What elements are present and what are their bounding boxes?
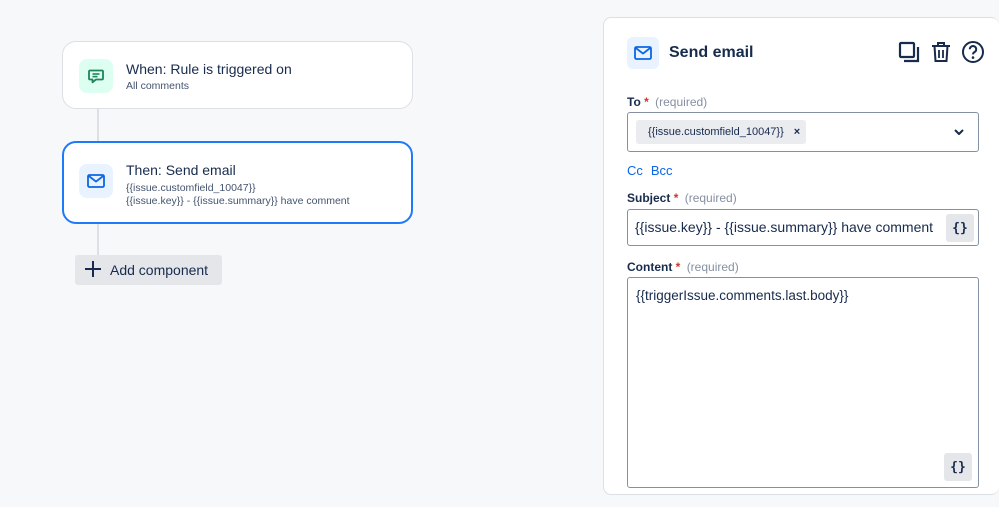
recipient-tag: {{issue.customfield_10047}} × <box>636 120 807 144</box>
to-label: To * (required) <box>627 95 708 109</box>
remove-tag-icon[interactable]: × <box>794 126 800 138</box>
help-icon <box>962 41 984 63</box>
chevron-down-icon[interactable] <box>952 125 966 139</box>
mail-icon <box>79 164 113 198</box>
action-detail-subject: {{issue.key}} - {{issue.summary}} have c… <box>126 195 350 207</box>
recipient-tag-label: {{issue.customfield_10047}} <box>648 126 784 138</box>
copy-icon <box>898 41 920 63</box>
trigger-subtitle: All comments <box>126 80 190 92</box>
duplicate-button[interactable] <box>897 39 921 65</box>
add-component-label: Add component <box>110 262 209 278</box>
content-label: Content * (required) <box>627 260 739 274</box>
send-email-config-panel: Send email To * (required) {{issue.custo… <box>603 17 999 495</box>
rule-canvas: When: Rule is triggered on All comments … <box>0 0 600 507</box>
action-detail-to: {{issue.customfield_10047}} <box>126 182 256 194</box>
plus-icon <box>84 260 102 281</box>
content-textarea[interactable]: {{triggerIssue.comments.last.body}} <box>627 277 979 488</box>
action-card-send-email[interactable]: Then: Send email {{issue.customfield_100… <box>62 141 413 224</box>
trash-icon <box>932 42 950 62</box>
to-recipients-select[interactable]: {{issue.customfield_10047}} × <box>627 112 979 152</box>
panel-header: Send email <box>627 37 985 69</box>
subject-label: Subject * (required) <box>627 191 737 205</box>
smart-value-button[interactable]: {} <box>946 214 974 242</box>
panel-actions <box>897 39 985 65</box>
help-button[interactable] <box>961 39 985 65</box>
panel-title: Send email <box>669 44 754 61</box>
cc-bcc-links: Cc Bcc <box>627 163 673 178</box>
flow-connector <box>97 108 99 142</box>
add-component-button[interactable]: Add component <box>75 255 222 285</box>
cc-link[interactable]: Cc <box>627 163 643 178</box>
trigger-title: When: Rule is triggered on <box>126 61 292 77</box>
subject-input[interactable]: {{issue.key}} - {{issue.summary}} have c… <box>627 209 979 246</box>
mail-icon <box>627 37 659 69</box>
delete-button[interactable] <box>929 39 953 65</box>
action-title: Then: Send email <box>126 162 236 178</box>
trigger-card[interactable]: When: Rule is triggered on All comments <box>62 41 413 109</box>
comment-icon <box>79 59 113 93</box>
flow-connector <box>97 223 99 256</box>
smart-value-button[interactable]: {} <box>944 453 972 481</box>
bcc-link[interactable]: Bcc <box>651 163 673 178</box>
